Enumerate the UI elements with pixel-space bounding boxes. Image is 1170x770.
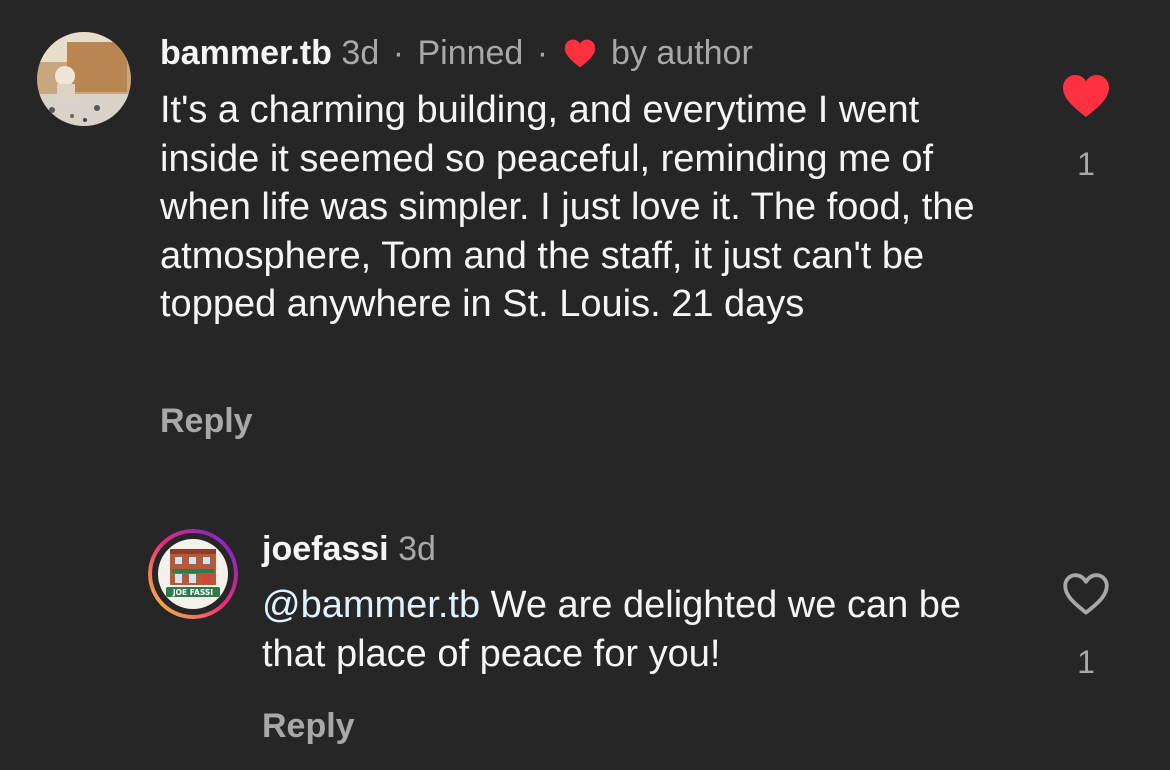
joefassi-logo: JOE FASSI xyxy=(148,529,238,619)
avatar-photo xyxy=(37,32,131,126)
comment-username[interactable]: joefassi xyxy=(262,530,389,568)
comment-text: It's a charming building, and everytime … xyxy=(160,89,975,325)
comment-time: 3d xyxy=(341,34,380,72)
joefassi-logo-text: JOE FASSI xyxy=(172,588,213,597)
reply-button[interactable]: Reply xyxy=(160,401,253,441)
comment-meta: bammer.tb 3d · Pinned · by author xyxy=(160,33,753,77)
avatar-bammer[interactable] xyxy=(37,32,131,126)
meta-separator: · xyxy=(392,34,405,72)
reply-button[interactable]: Reply xyxy=(262,706,355,746)
like-count: 1 xyxy=(1077,146,1095,182)
comment-meta: joefassi 3d xyxy=(262,529,436,569)
mention-link[interactable]: @bammer.tb xyxy=(262,584,480,626)
pinned-label: Pinned xyxy=(417,34,524,72)
like-heart-outline-icon[interactable] xyxy=(1061,572,1111,621)
comment-text: @bammer.tb We are delighted we can be th… xyxy=(262,581,1022,678)
like-heart-icon[interactable] xyxy=(1061,74,1111,123)
meta-separator: · xyxy=(536,34,549,72)
comment-time: 3d xyxy=(398,530,436,568)
comment-username[interactable]: bammer.tb xyxy=(160,34,332,72)
liked-by-author-heart-icon xyxy=(564,37,596,77)
avatar-joefassi[interactable]: JOE FASSI xyxy=(148,529,238,619)
by-author-label: by author xyxy=(611,34,753,72)
like-count: 1 xyxy=(1077,644,1095,680)
